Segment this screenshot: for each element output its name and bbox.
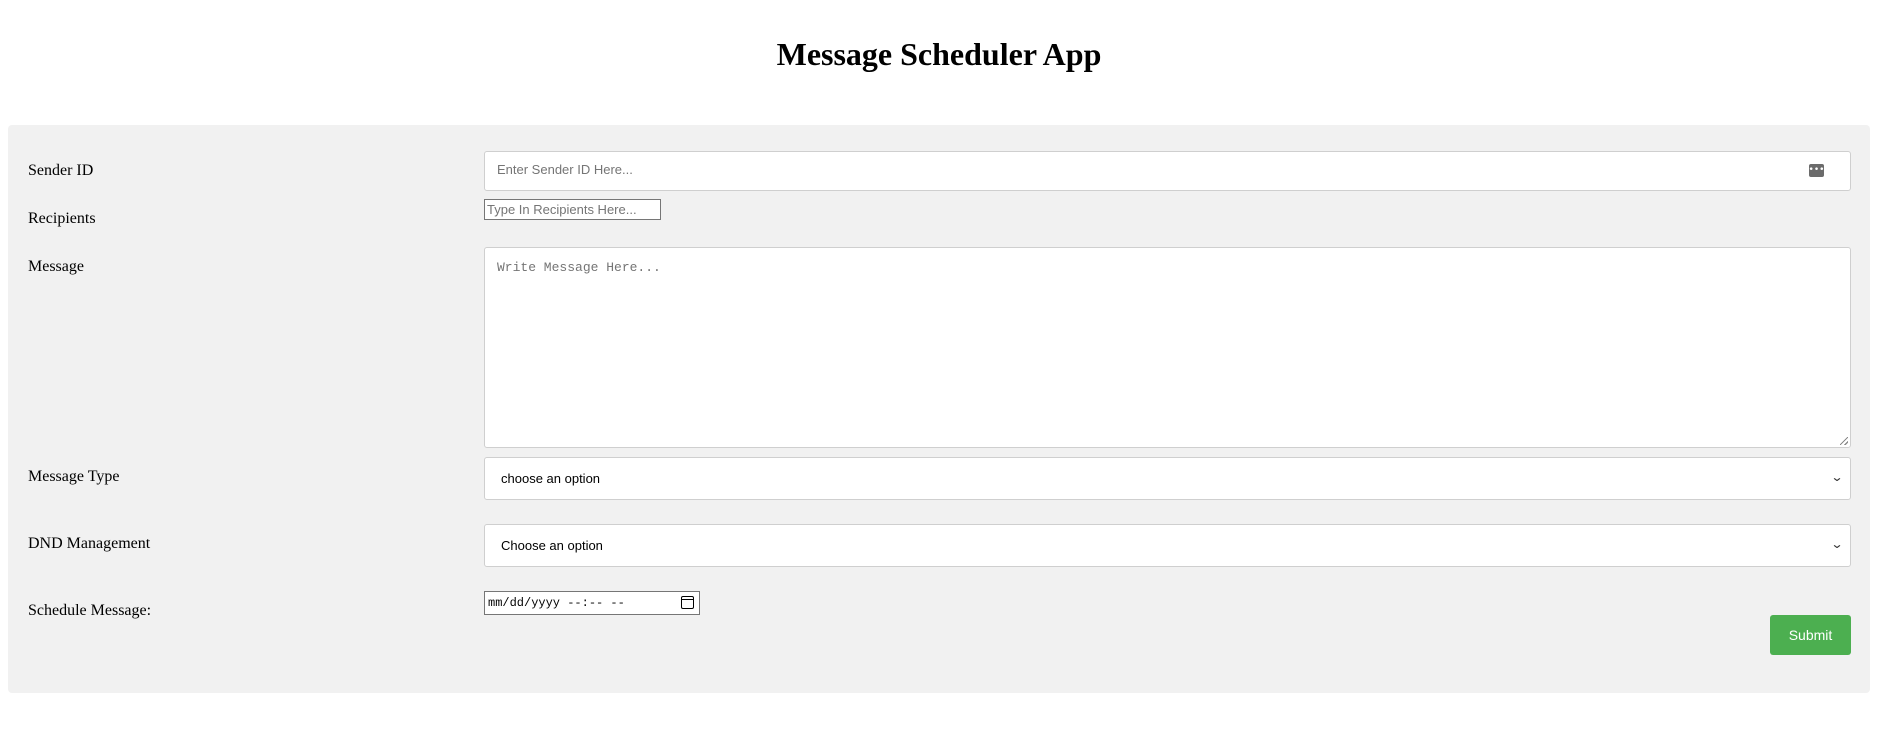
calendar-icon[interactable] <box>681 596 694 609</box>
datetime-placeholder: mm/dd/yyyy --:-- -- <box>488 596 625 610</box>
password-manager-icon[interactable]: ••• <box>1809 164 1824 177</box>
recipients-label: Recipients <box>28 210 96 227</box>
message-type-select[interactable]: choose an option ⌄ <box>484 457 1851 500</box>
resize-grip-icon[interactable] <box>1840 437 1848 445</box>
chevron-down-icon: ⌄ <box>1830 470 1844 484</box>
schedule-datetime-input[interactable]: mm/dd/yyyy --:-- -- <box>484 591 700 615</box>
sender-id-input[interactable]: Enter Sender ID Here... ••• <box>484 151 1851 191</box>
dnd-management-label: DND Management <box>28 535 151 552</box>
message-textarea[interactable]: Write Message Here... <box>484 247 1851 448</box>
sender-id-placeholder: Enter Sender ID Here... <box>497 162 633 177</box>
submit-button[interactable]: Submit <box>1770 615 1851 655</box>
message-type-label: Message Type <box>28 468 120 485</box>
recipients-input[interactable]: Type In Recipients Here... <box>484 199 661 220</box>
sender-id-label: Sender ID <box>28 162 94 179</box>
page: Message Scheduler App Sender ID Enter Se… <box>0 0 1878 746</box>
dnd-selected: Choose an option <box>501 538 603 553</box>
message-type-selected: choose an option <box>501 471 601 486</box>
page-title: Message Scheduler App <box>776 36 1102 72</box>
chevron-down-icon: ⌄ <box>1830 537 1844 551</box>
dnd-management-select[interactable]: Choose an option ⌄ <box>484 524 1851 567</box>
recipients-placeholder: Type In Recipients Here... <box>487 202 637 217</box>
message-label: Message <box>28 258 84 275</box>
schedule-message-label: Schedule Message: <box>28 602 152 619</box>
message-placeholder: Write Message Here... <box>497 260 661 275</box>
